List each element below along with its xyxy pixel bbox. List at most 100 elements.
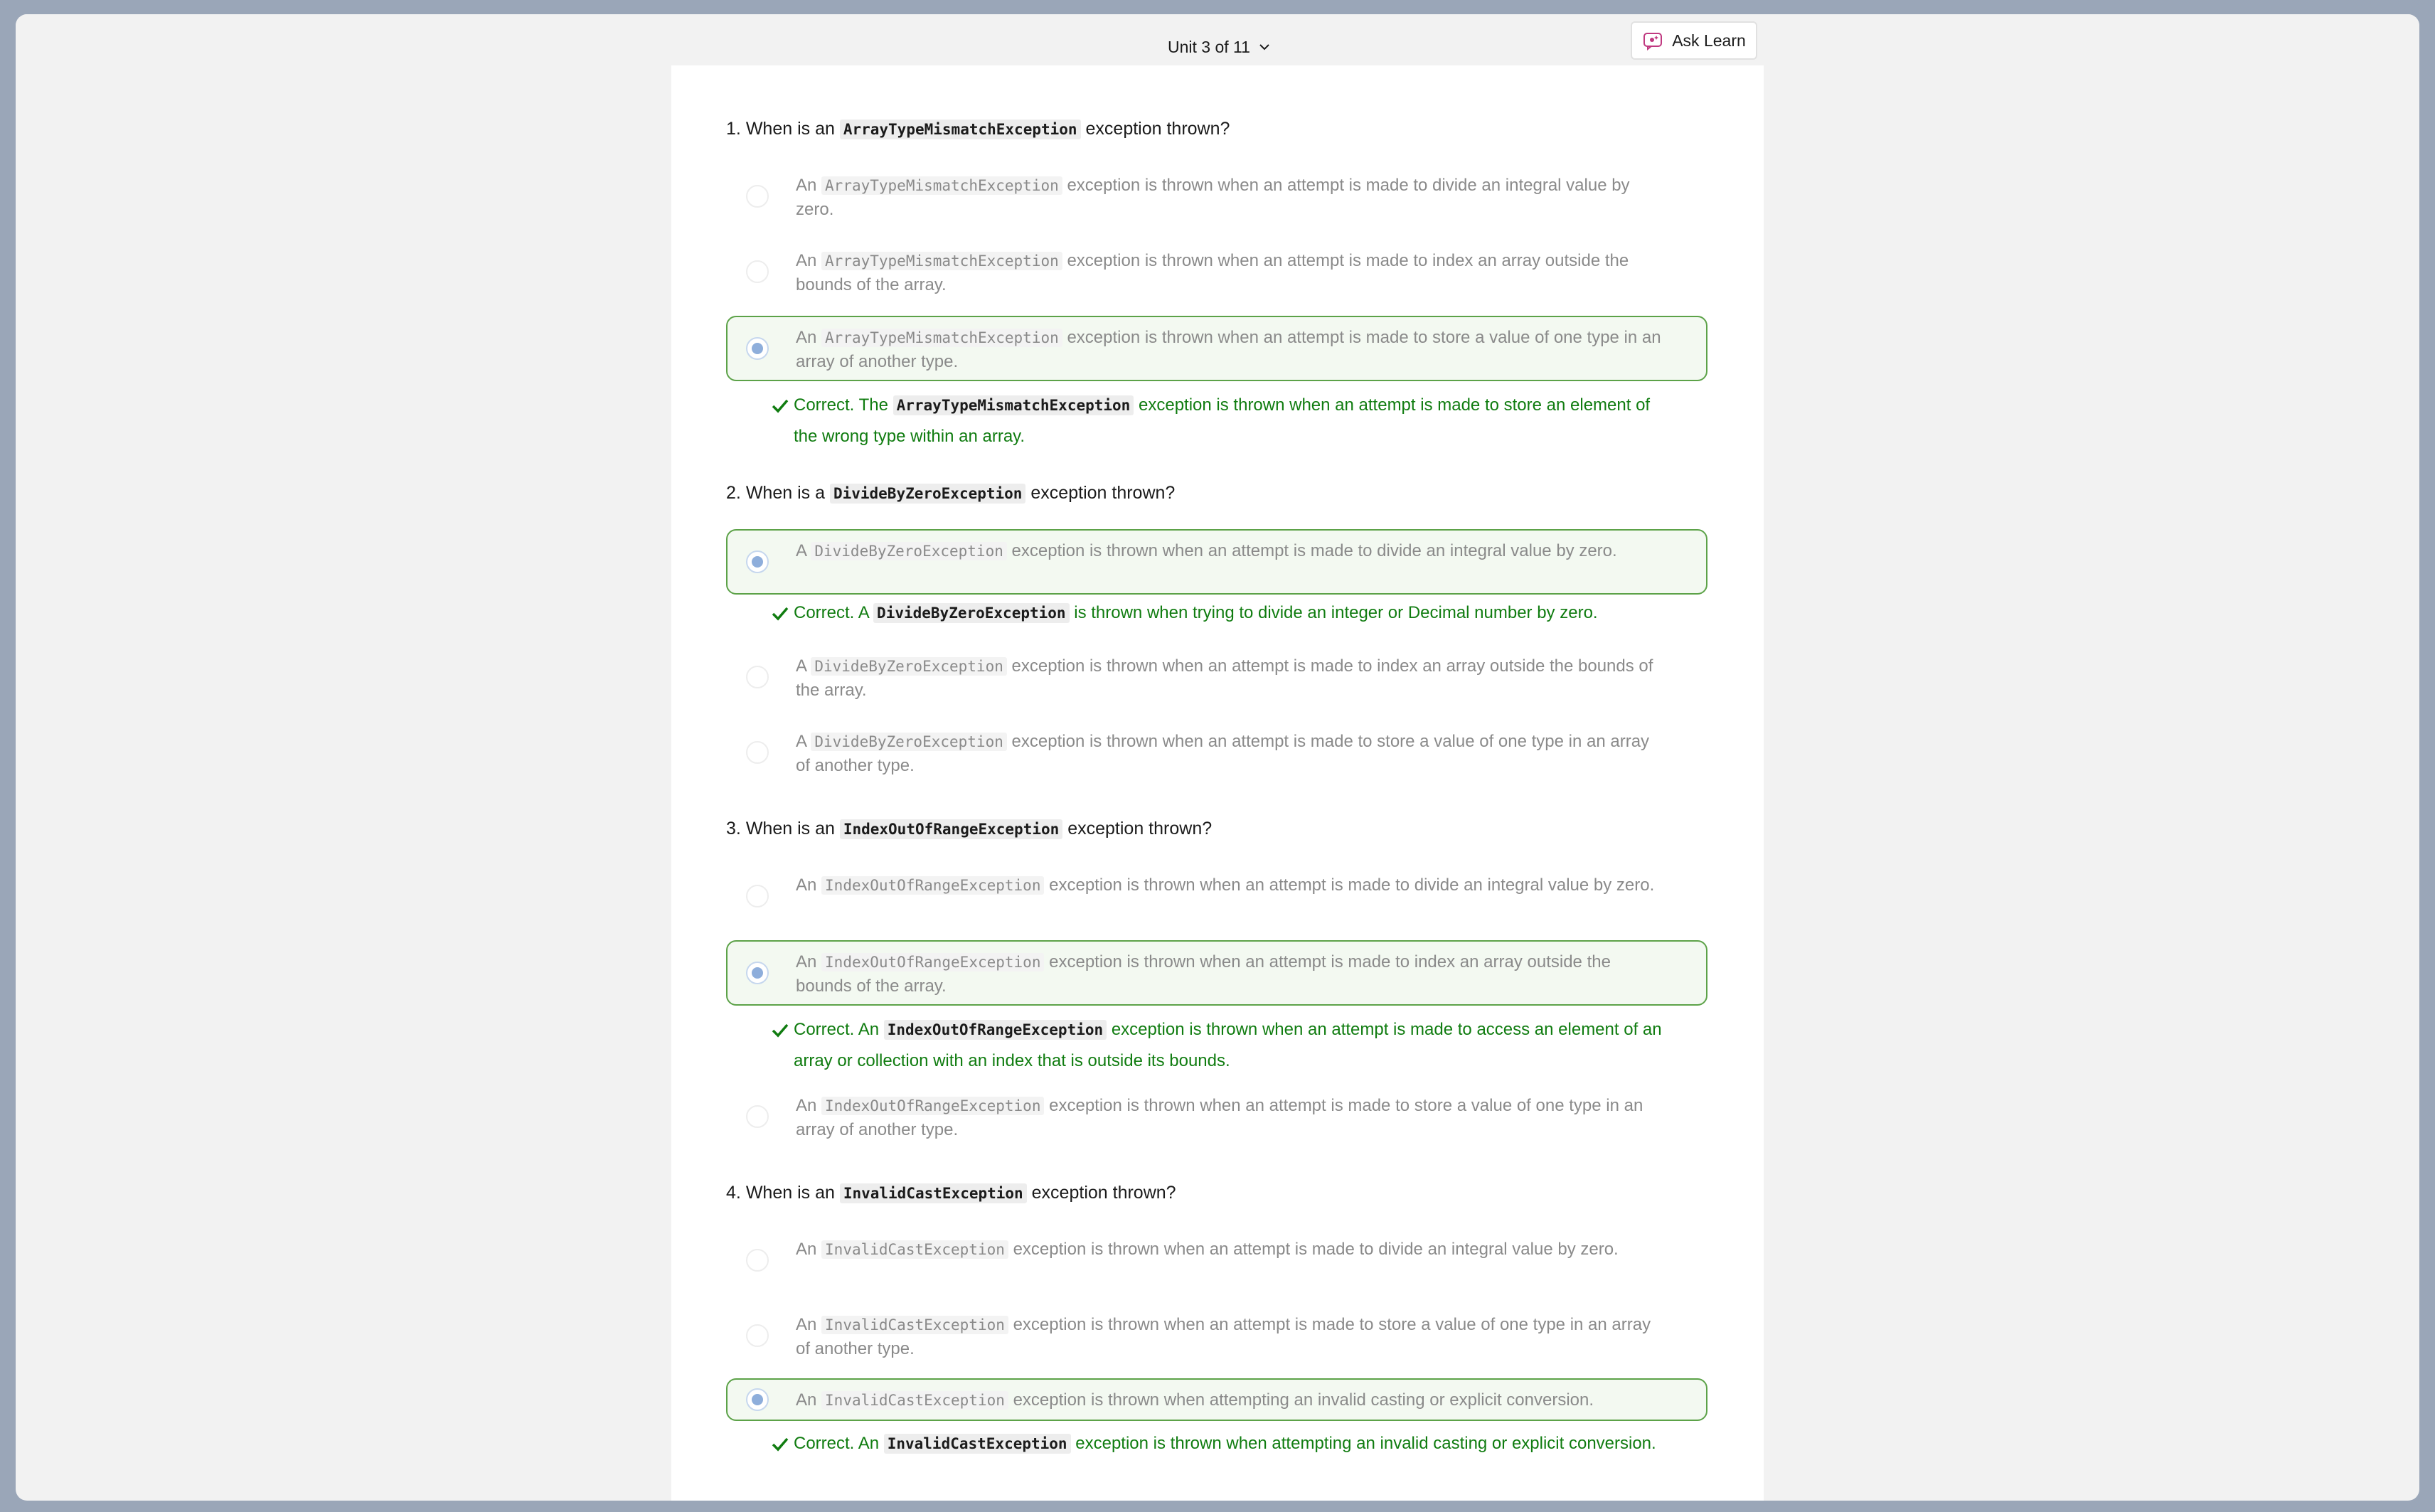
option-code: DivideByZeroException [811,542,1007,560]
question-prefix: When is an [745,119,835,139]
question-number: 2. [726,483,741,503]
option-code: InvalidCastException [821,1316,1008,1334]
browser-window: Unit 3 of 11 Ask Learn 1. When is an Arr… [16,14,2419,1501]
question-code: DivideByZeroException [829,484,1026,504]
question-prefix: When is a [745,483,825,503]
option-code: IndexOutOfRangeException [821,876,1045,895]
option-code: ArrayTypeMismatchException [821,329,1062,347]
feedback-prefix: Correct. The [794,395,888,415]
unit-selector[interactable]: Unit 3 of 11 [1168,28,1272,65]
feedback-code: IndexOutOfRangeException [883,1020,1107,1040]
feedback-correct: Correct. An IndexOutOfRangeException exc… [794,1014,1675,1077]
option-text: An ArrayTypeMismatchException exception … [796,326,1663,373]
option-text: A DivideByZeroException exception is thr… [796,539,1663,563]
ask-learn-label: Ask Learn [1672,31,1746,50]
feedback-code: ArrayTypeMismatchException [893,395,1134,415]
answer-option-selected[interactable]: An ArrayTypeMismatchException exception … [726,316,1707,381]
option-prefix: An [796,952,817,971]
option-code: DivideByZeroException [811,733,1007,751]
option-code: ArrayTypeMismatchException [821,176,1062,195]
radio-button[interactable] [746,885,769,907]
option-text: A DivideByZeroException exception is thr… [796,654,1663,702]
option-text: An ArrayTypeMismatchException exception … [796,249,1663,297]
question-code: ArrayTypeMismatchException [839,119,1081,139]
feedback-body: is thrown when trying to divide an integ… [1074,603,1598,622]
option-body: exception is thrown when an attempt is m… [1011,541,1617,560]
feedback-correct: Correct. A DivideByZeroException is thro… [794,597,1718,629]
radio-button[interactable] [746,1105,769,1128]
feedback-prefix: Correct. An [794,1434,880,1453]
question-title: 3. When is an IndexOutOfRangeException e… [726,816,1212,841]
option-text: An ArrayTypeMismatchException exception … [796,174,1663,221]
answer-option-selected[interactable]: An IndexOutOfRangeException exception is… [726,940,1707,1006]
option-prefix: An [796,1240,817,1259]
answer-option[interactable]: An InvalidCastException exception is thr… [726,1228,1707,1293]
option-body: exception is thrown when an attempt is m… [1049,875,1655,895]
option-prefix: A [796,541,806,560]
radio-button[interactable] [746,1324,769,1347]
checkmark-icon [772,1023,789,1038]
ask-learn-button[interactable]: Ask Learn [1631,21,1757,60]
option-body: exception is thrown when an attempt is m… [1013,1240,1619,1259]
checkmark-icon [772,607,789,621]
option-prefix: An [796,251,817,270]
feedback-code: InvalidCastException [883,1434,1071,1454]
question-suffix: exception thrown? [1030,483,1176,503]
answer-option[interactable]: An InvalidCastException exception is thr… [726,1303,1707,1368]
question-number: 4. [726,1183,741,1203]
option-text: An InvalidCastException exception is thr… [796,1237,1663,1262]
question-suffix: exception thrown? [1085,119,1230,139]
answer-option[interactable]: An IndexOutOfRangeException exception is… [726,863,1707,929]
radio-button[interactable] [746,666,769,688]
question-title: 2. When is a DivideByZeroException excep… [726,481,1175,506]
option-prefix: An [796,875,817,895]
checkmark-icon [772,399,789,413]
radio-button-checked[interactable] [746,337,769,360]
radio-button-checked[interactable] [746,962,769,984]
radio-button[interactable] [746,741,769,764]
answer-option[interactable]: An IndexOutOfRangeException exception is… [726,1084,1707,1149]
question-suffix: exception thrown? [1067,819,1213,838]
radio-button[interactable] [746,185,769,208]
option-prefix: A [796,656,806,676]
option-prefix: An [796,176,817,195]
answer-option-selected[interactable]: A DivideByZeroException exception is thr… [726,529,1707,595]
option-text: An IndexOutOfRangeException exception is… [796,950,1663,998]
radio-button-checked[interactable] [746,550,769,573]
question-number: 3. [726,819,741,838]
answer-option[interactable]: An ArrayTypeMismatchException exception … [726,239,1707,304]
question-title: 4. When is an InvalidCastException excep… [726,1181,1176,1205]
question-prefix: When is an [745,1183,835,1203]
option-code: IndexOutOfRangeException [821,953,1045,971]
option-prefix: An [796,1315,817,1334]
answer-option[interactable]: A DivideByZeroException exception is thr… [726,644,1707,710]
question-suffix: exception thrown? [1031,1183,1176,1203]
option-text: An IndexOutOfRangeException exception is… [796,1094,1663,1141]
option-prefix: An [796,1390,817,1410]
quiz-content: 1. When is an ArrayTypeMismatchException… [671,65,1764,1501]
checkmark-icon [772,1437,789,1452]
option-prefix: An [796,328,817,347]
option-code: ArrayTypeMismatchException [821,252,1062,270]
option-prefix: A [796,732,806,751]
chevron-down-icon [1259,44,1269,50]
feedback-prefix: Correct. A [794,603,869,622]
option-code: IndexOutOfRangeException [821,1097,1045,1115]
option-prefix: An [796,1096,817,1115]
feedback-correct: Correct. The ArrayTypeMismatchException … [794,390,1661,452]
feedback-code: DivideByZeroException [873,603,1070,623]
answer-option[interactable]: A DivideByZeroException exception is thr… [726,720,1707,785]
answer-option[interactable]: An ArrayTypeMismatchException exception … [726,164,1707,229]
question-title: 1. When is an ArrayTypeMismatchException… [726,117,1230,142]
feedback-body: exception is thrown when attempting an i… [1075,1434,1656,1453]
radio-button[interactable] [746,1249,769,1272]
question-code: IndexOutOfRangeException [839,819,1063,839]
feedback-prefix: Correct. An [794,1020,880,1039]
radio-button[interactable] [746,260,769,283]
option-code: InvalidCastException [821,1240,1008,1259]
answer-option-selected[interactable]: An InvalidCastException exception is thr… [726,1378,1707,1421]
option-text: An InvalidCastException exception is thr… [796,1313,1663,1361]
option-code: InvalidCastException [821,1391,1008,1410]
radio-button-checked[interactable] [746,1388,769,1411]
option-code: DivideByZeroException [811,657,1007,676]
